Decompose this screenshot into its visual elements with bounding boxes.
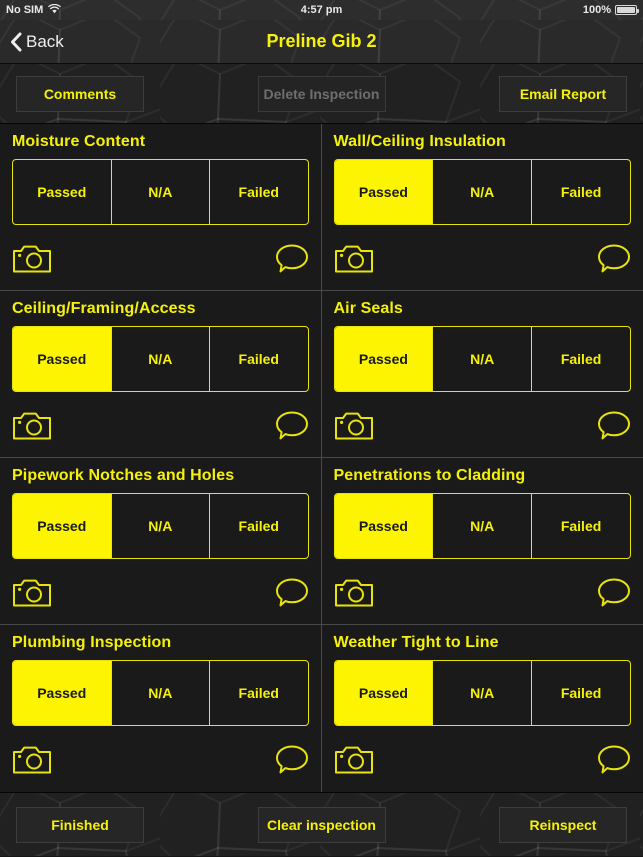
camera-icon[interactable] <box>12 577 52 608</box>
battery-full-icon <box>615 5 639 15</box>
inspection-title: Ceiling/Framing/Access <box>12 300 196 317</box>
segment-option-na[interactable]: N/A <box>112 327 210 391</box>
segment-option-failed[interactable]: Failed <box>532 160 630 224</box>
segment-option-na[interactable]: N/A <box>433 661 533 725</box>
top-toolbar: Comments Delete Inspection Email Report <box>0 64 643 124</box>
navigation-bar: Back Preline Gib 2 <box>0 20 643 64</box>
segment-option-na[interactable]: N/A <box>112 661 210 725</box>
camera-icon[interactable] <box>12 243 52 274</box>
card-icon-row <box>12 566 309 618</box>
card-icon-row <box>334 232 632 284</box>
back-button[interactable]: Back <box>10 32 64 52</box>
status-segmented-control: Passed N/A Failed <box>12 159 309 225</box>
inspection-grid: Moisture Content Passed N/A Failed Wall/Ceil… <box>0 124 643 792</box>
speech-bubble-icon[interactable] <box>275 243 309 274</box>
status-segmented-control: Passed N/A Failed <box>333 326 631 392</box>
camera-icon[interactable] <box>334 410 374 441</box>
camera-icon[interactable] <box>334 577 374 608</box>
card-icon-row <box>334 733 632 786</box>
status-segmented-control: Passed N/A Failed <box>333 660 631 726</box>
segment-option-passed[interactable]: Passed <box>334 327 434 391</box>
card-icon-row <box>12 399 309 451</box>
inspection-title: Penetrations to Cladding <box>333 467 526 484</box>
inspection-title: Moisture Content <box>12 133 146 150</box>
inspection-card: Air Seals Passed N/A Failed <box>321 291 643 458</box>
segment-option-passed[interactable]: Passed <box>13 494 112 558</box>
speech-bubble-icon[interactable] <box>597 410 631 441</box>
card-icon-row <box>334 566 632 618</box>
inspection-card: Pipework Notches and Holes Passed N/A Faile… <box>0 458 322 625</box>
card-icon-row <box>334 399 632 451</box>
status-segmented-control: Passed N/A Failed <box>12 493 309 559</box>
inspection-card: Moisture Content Passed N/A Failed <box>0 124 322 291</box>
status-bar-right: 100% <box>582 4 639 16</box>
segment-option-passed[interactable]: Passed <box>334 160 434 224</box>
segment-option-failed[interactable]: Failed <box>532 327 630 391</box>
segment-option-na[interactable]: N/A <box>112 160 210 224</box>
status-segmented-control: Passed N/A Failed <box>333 493 631 559</box>
inspection-title: Weather Tight to Line <box>333 634 499 651</box>
inspection-title: Air Seals <box>333 300 403 317</box>
delete-inspection-button[interactable]: Delete Inspection <box>257 75 386 112</box>
status-segmented-control: Passed N/A Failed <box>333 159 631 225</box>
speech-bubble-icon[interactable] <box>597 744 631 775</box>
segment-option-na[interactable]: N/A <box>112 494 210 558</box>
segment-option-failed[interactable]: Failed <box>210 327 308 391</box>
status-segmented-control: Passed N/A Failed <box>12 660 309 726</box>
segment-option-failed[interactable]: Failed <box>210 661 308 725</box>
camera-icon[interactable] <box>334 744 374 775</box>
camera-icon[interactable] <box>334 243 374 274</box>
inspection-card: Ceiling/Framing/Access Passed N/A Failed <box>0 291 322 458</box>
segment-option-failed[interactable]: Failed <box>210 160 308 224</box>
page-title: Preline Gib 2 <box>266 31 377 51</box>
back-button-label: Back <box>26 31 64 51</box>
inspection-card: Penetrations to Cladding Passed N/A Failed <box>321 458 643 625</box>
comments-button[interactable]: Comments <box>16 75 144 112</box>
card-icon-row <box>12 733 309 786</box>
email-report-button[interactable]: Email Report <box>499 75 627 112</box>
inspection-title: Plumbing Inspection <box>12 634 172 651</box>
speech-bubble-icon[interactable] <box>275 744 309 775</box>
segment-option-passed[interactable]: Passed <box>334 661 434 725</box>
segment-option-na[interactable]: N/A <box>433 160 533 224</box>
card-icon-row <box>12 232 309 284</box>
app-screen: No SIM 4:57 pm 100% Back Preline Gib 2 C… <box>0 0 643 857</box>
inspection-title: Wall/Ceiling Insulation <box>333 133 506 150</box>
reinspect-button[interactable]: Reinspect <box>499 806 627 843</box>
segment-option-na[interactable]: N/A <box>433 494 533 558</box>
speech-bubble-icon[interactable] <box>275 410 309 441</box>
segment-option-passed[interactable]: Passed <box>13 160 112 224</box>
speech-bubble-icon[interactable] <box>597 577 631 608</box>
chevron-left-icon <box>10 32 22 52</box>
inspection-card: Weather Tight to Line Passed N/A Failed <box>322 625 643 792</box>
status-bar-time: 4:57 pm <box>300 4 343 16</box>
battery-percent-label: 100% <box>582 4 611 16</box>
segment-option-passed[interactable]: Passed <box>13 661 112 725</box>
segment-option-failed[interactable]: Failed <box>532 661 630 725</box>
inspection-card: Plumbing Inspection Passed N/A Failed <box>0 625 322 792</box>
finished-button[interactable]: Finished <box>16 806 144 843</box>
segment-option-na[interactable]: N/A <box>433 327 533 391</box>
camera-icon[interactable] <box>12 410 52 441</box>
segment-option-passed[interactable]: Passed <box>13 327 112 391</box>
bottom-toolbar: Finished Clear inspection Reinspect <box>0 792 643 856</box>
speech-bubble-icon[interactable] <box>597 243 631 274</box>
segment-option-failed[interactable]: Failed <box>532 494 630 558</box>
speech-bubble-icon[interactable] <box>275 577 309 608</box>
camera-icon[interactable] <box>12 744 52 775</box>
inspection-card: Wall/Ceiling Insulation Passed N/A Failed <box>321 124 643 291</box>
status-segmented-control: Passed N/A Failed <box>12 326 309 392</box>
clear-inspection-button[interactable]: Clear inspection <box>257 806 386 843</box>
status-bar: No SIM 4:57 pm 100% <box>0 0 643 20</box>
inspection-title: Pipework Notches and Holes <box>12 467 235 484</box>
segment-option-passed[interactable]: Passed <box>334 494 434 558</box>
segment-option-failed[interactable]: Failed <box>210 494 308 558</box>
